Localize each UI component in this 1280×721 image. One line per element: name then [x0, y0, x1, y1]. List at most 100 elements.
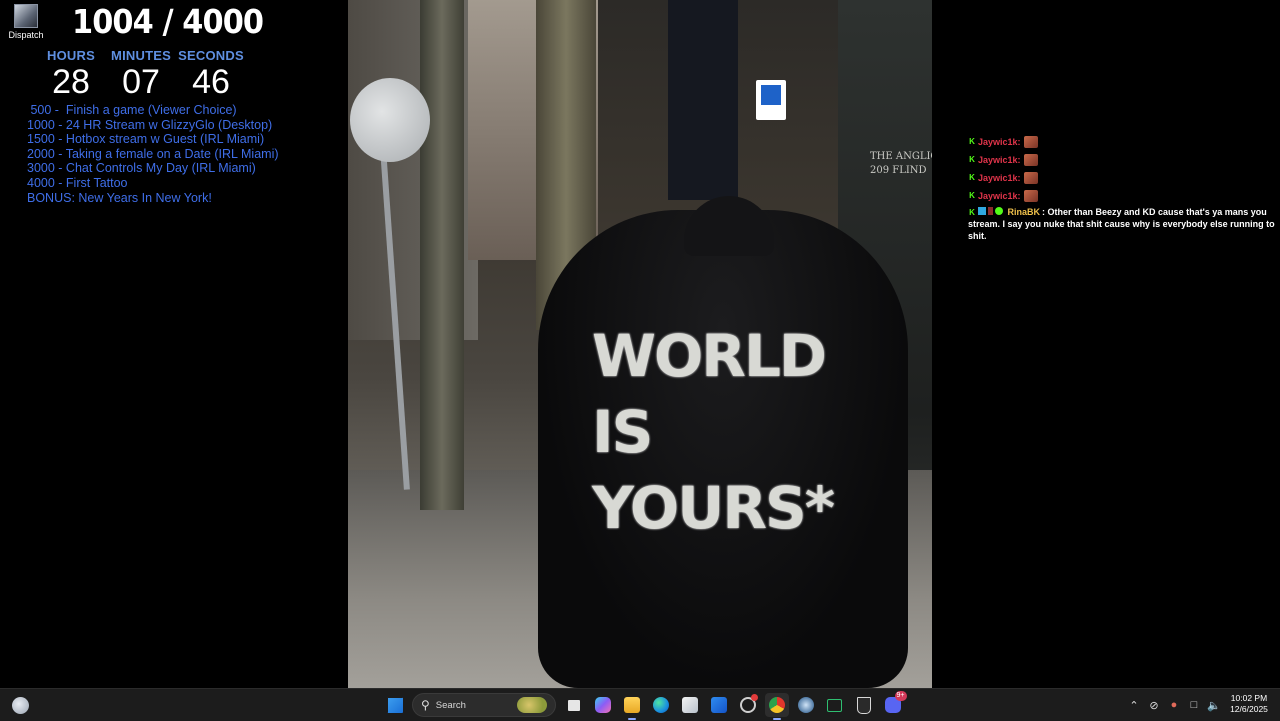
timer-minutes-label: MINUTES: [111, 48, 171, 63]
kick-badge-icon: K: [969, 191, 975, 200]
timer-minutes-value: 07: [122, 63, 160, 101]
network-off-icon[interactable]: ⊘: [1144, 699, 1164, 712]
building-plaque: THE ANGLIC 209 FLIND: [870, 150, 932, 178]
task-view-icon: [567, 699, 580, 711]
timer-hours-value: 28: [52, 63, 90, 101]
search-icon: ⚲: [421, 698, 430, 712]
goal-item: 2000 - Taking a female on a Date (IRL Mi…: [27, 146, 279, 161]
clock-date: 12/6/2025: [1230, 704, 1268, 714]
kick-badge-icon: K: [969, 208, 975, 217]
mail-icon: [710, 697, 727, 713]
taskbar-search[interactable]: ⚲ Search: [412, 693, 556, 717]
xbox-icon: [827, 698, 842, 712]
epic-games-icon: [856, 696, 871, 714]
tree-trunk: [420, 0, 464, 510]
building-plaque-line: 209 FLIND: [870, 165, 927, 176]
desktop-icon-label: Dispatch: [8, 30, 44, 40]
chat-message: K Jaywic1k:: [968, 133, 1280, 151]
emote-icon: [1023, 154, 1038, 166]
chrome-button[interactable]: [764, 693, 789, 720]
dispatch-app-icon: [14, 4, 38, 28]
steam-icon: [797, 697, 814, 713]
chat-username: Jaywic1k:: [978, 191, 1021, 201]
tower-building: [668, 0, 738, 200]
kick-badge-icon: K: [969, 137, 975, 146]
stream-photo: THE ANGLIC 209 FLIND WORLD IS YOURS*: [348, 0, 932, 688]
timer-hours-label: HOURS: [47, 48, 95, 63]
subscriber-badge-icon: [978, 207, 986, 215]
chat-username: Jaywic1k:: [978, 173, 1021, 183]
timer-minutes: MINUTES 07: [106, 48, 176, 100]
chat-username: Jaywic1k:: [978, 137, 1021, 147]
chat-message: K Jaywic1k:: [968, 169, 1280, 187]
chat-message: K Jaywic1k:: [968, 187, 1280, 205]
show-hidden-icons-chevron-icon[interactable]: ⌃: [1124, 699, 1144, 712]
display-icon[interactable]: □: [1184, 699, 1204, 711]
taskbar-clock[interactable]: 10:02 PM 12/6/2025: [1226, 693, 1272, 715]
street-sign-back: [350, 78, 430, 162]
hoodie-print-line: WORLD: [592, 322, 827, 390]
hoodie-print: WORLD IS YOURS*: [592, 318, 852, 546]
windows-start-button[interactable]: [383, 693, 407, 717]
volume-icon[interactable]: 🔈: [1204, 699, 1224, 712]
timer-seconds: SECONDS 46: [176, 48, 246, 100]
edge-button[interactable]: [649, 693, 673, 717]
chrome-icon: [768, 697, 785, 713]
chat-username: Jaywic1k:: [978, 155, 1021, 165]
goal-item: 500 - Finish a game (Viewer Choice): [27, 103, 237, 117]
emote-icon: [1023, 172, 1038, 184]
goal-item: 4000 - First Tattoo: [27, 175, 128, 190]
goal-item: 3000 - Chat Controls My Day (IRL Miami): [27, 161, 256, 176]
chat-username: RinaBK: [1007, 207, 1041, 217]
verified-badge-icon: [995, 207, 1003, 215]
sub-goal-counter: 1004 / 4000: [72, 2, 264, 41]
taskbar: ⚲ Search 9+ ⌃ ⊘ ● □ 🔈 10:02 PM 12/6/2025: [0, 688, 1280, 721]
copilot-button[interactable]: [591, 693, 615, 717]
copilot-icon: [594, 697, 611, 713]
task-view-button[interactable]: [562, 693, 586, 717]
timer-seconds-label: SECONDS: [178, 48, 244, 63]
steam-button[interactable]: [794, 693, 818, 717]
hoodie-print-line: IS: [592, 398, 653, 466]
chat-message: K Jaywic1k:: [968, 151, 1280, 169]
kick-badge-icon: K: [969, 173, 975, 182]
emote-icon: [1023, 190, 1038, 202]
emote-icon: [1023, 136, 1038, 148]
search-label: Search: [435, 699, 466, 711]
timer-seconds-value: 46: [192, 63, 230, 101]
person-head: [684, 196, 774, 256]
desktop-icon-dispatch[interactable]: Dispatch: [6, 4, 46, 40]
goal-item: 1500 - Hotbox stream w Guest (IRL Miami): [27, 132, 265, 147]
goal-list: 500 - Finish a game (Viewer Choice) 1000…: [27, 103, 279, 205]
clock-time: 10:02 PM: [1230, 693, 1268, 703]
xbox-button[interactable]: [823, 693, 847, 717]
snipping-tool-button[interactable]: [736, 693, 760, 717]
file-explorer-button[interactable]: [620, 693, 644, 720]
notification-dot-icon: [750, 694, 758, 701]
weather-widget-icon[interactable]: [12, 697, 29, 714]
timer-hours: HOURS 28: [36, 48, 106, 100]
kick-badge-icon: K: [969, 155, 975, 164]
subathon-timer: HOURS 28 MINUTES 07 SECONDS 46: [36, 48, 246, 100]
gift-badge-icon: [988, 207, 993, 215]
file-explorer-icon: [623, 697, 640, 713]
discord-badge: 9+: [894, 691, 907, 701]
microsoft-store-button[interactable]: [678, 693, 702, 717]
microphone-icon[interactable]: ●: [1164, 699, 1184, 711]
mail-button[interactable]: [707, 693, 731, 717]
goal-item: BONUS: New Years In New York!: [27, 190, 212, 205]
taskbar-apps: ⚲ Search 9+: [380, 691, 907, 720]
edge-icon: [652, 697, 669, 713]
search-highlight-icon: [517, 697, 547, 713]
microsoft-store-icon: [681, 697, 698, 713]
system-tray: ⌃ ⊘ ● □ 🔈: [1124, 689, 1224, 721]
parking-sign-icon: [756, 80, 786, 120]
chat-message-long: K RinaBK: Other than Beezy and KD cause …: [968, 207, 1275, 241]
goal-item: 1000 - 24 HR Stream w GlizzyGlo (Desktop…: [27, 117, 273, 132]
chat-overlay: K Jaywic1k: K Jaywic1k: K Jaywic1k: K Ja…: [968, 133, 1280, 242]
epic-games-button[interactable]: [852, 693, 876, 717]
windows-start-icon: [386, 697, 403, 713]
discord-button[interactable]: 9+: [881, 691, 907, 717]
building-plaque-line: THE ANGLIC: [870, 151, 932, 162]
hoodie-print-line: YOURS*: [592, 474, 835, 542]
